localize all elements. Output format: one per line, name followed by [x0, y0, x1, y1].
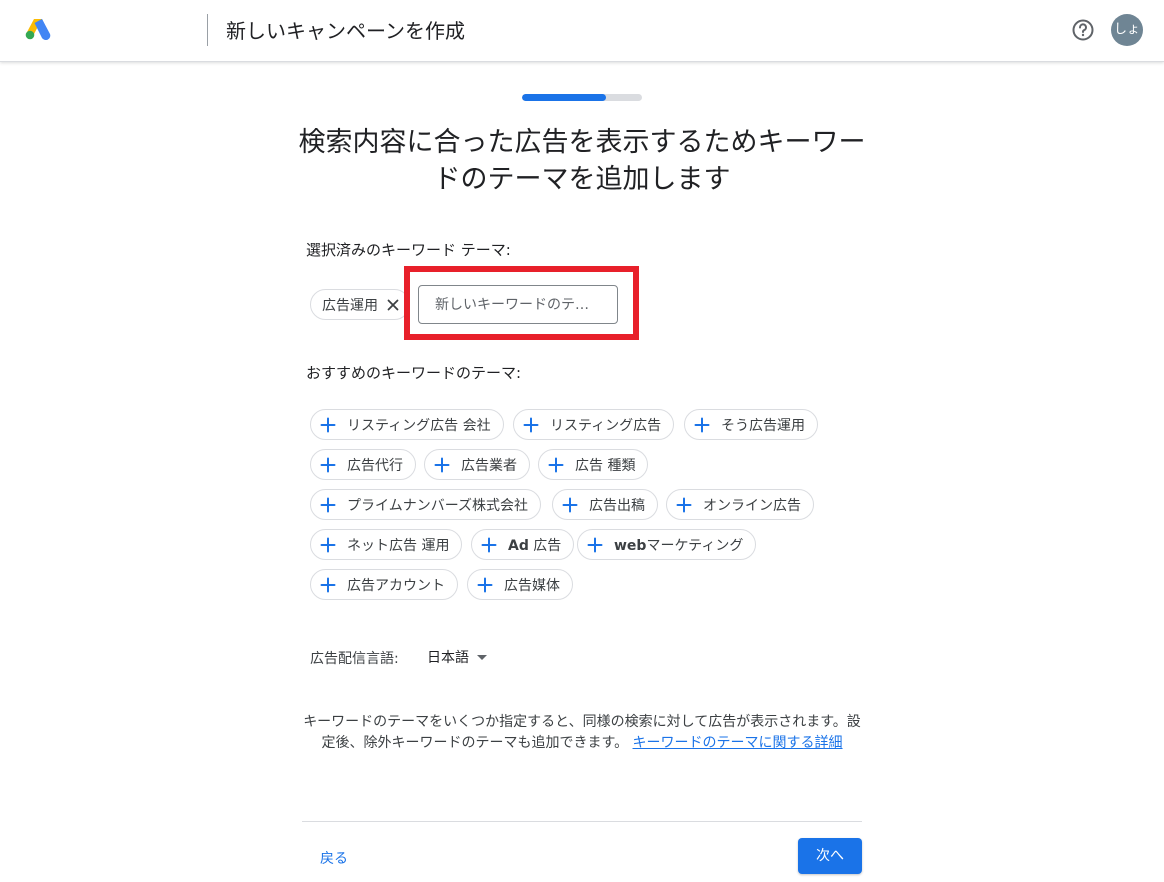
chip-text: そう広告運用: [721, 417, 805, 434]
language-label: 広告配信言語:: [310, 651, 399, 667]
recommended-chip-label: リスティング広告 会社: [347, 415, 503, 435]
chip-bold-text: Ad: [508, 537, 529, 554]
recommended-chip-label: Ad 広告: [508, 535, 573, 555]
plus-icon: [587, 537, 603, 552]
step-progress-bar: [522, 94, 642, 101]
recommended-chip[interactable]: ネット広告 運用: [310, 529, 463, 560]
back-button[interactable]: 戻る: [320, 848, 348, 868]
recommended-chip[interactable]: 広告代行: [310, 449, 416, 480]
recommended-chip-label: 広告業者: [461, 455, 529, 475]
recommended-chip-label: リスティング広告: [550, 415, 673, 435]
chip-text: 広告 種類: [575, 457, 636, 474]
recommended-chip-label: 広告代行: [347, 455, 415, 475]
plus-icon: [548, 457, 564, 472]
recommended-chip[interactable]: そう広告運用: [684, 409, 818, 440]
plus-icon: [320, 497, 336, 512]
page-title: 新しいキャンペーンを作成: [226, 19, 465, 43]
recommended-chip-label: 広告アカウント: [347, 575, 457, 595]
dropdown-caret-icon: [477, 654, 487, 660]
step-progress-fill: [522, 94, 606, 101]
recommended-chip-label: そう広告運用: [721, 415, 817, 435]
selected-themes-label: 選択済みのキーワード テーマ:: [306, 241, 511, 259]
help-icon[interactable]: [1072, 19, 1094, 41]
recommended-chip[interactable]: プライムナンバーズ株式会社: [310, 489, 542, 520]
recommended-chip-label: 広告出稿: [589, 495, 657, 515]
plus-icon: [320, 457, 336, 472]
step-heading: 検索内容に合った広告を表示するためキーワードのテーマを追加します: [298, 127, 866, 195]
chip-text: 広告媒体: [504, 577, 560, 594]
info-text: キーワードのテーマをいくつか指定すると、同様の検索に対して広告が表示されます。設…: [302, 712, 862, 754]
chip-text: リスティング広告 会社: [347, 417, 491, 434]
chip-text: プライムナンバーズ株式会社: [347, 497, 529, 514]
language-value: 日本語: [427, 650, 469, 666]
recommended-chip[interactable]: Ad 広告: [471, 529, 575, 560]
google-ads-logo[interactable]: [25, 18, 51, 40]
recommended-chip[interactable]: 広告業者: [424, 449, 530, 480]
recommended-chip[interactable]: リスティング広告: [513, 409, 675, 440]
plus-icon: [694, 417, 710, 432]
recommended-themes-label: おすすめのキーワードのテーマ:: [306, 364, 522, 382]
plus-icon: [481, 537, 497, 552]
chip-text: 広告代行: [347, 457, 403, 474]
next-button[interactable]: 次へ: [798, 838, 862, 874]
recommended-chip-label: オンライン広告: [703, 495, 813, 515]
plus-icon: [562, 497, 578, 512]
recommended-chip[interactable]: オンライン広告: [666, 489, 814, 520]
recommended-chip-label: 広告 種類: [575, 455, 647, 475]
recommended-chip-label: webマーケティング: [614, 535, 755, 555]
plus-icon: [320, 537, 336, 552]
recommended-chip[interactable]: 広告アカウント: [310, 569, 458, 600]
chip-text: リスティング広告: [550, 417, 662, 434]
recommended-chip[interactable]: 広告出稿: [552, 489, 658, 520]
chip-text: 広告アカウント: [347, 577, 445, 594]
plus-icon: [676, 497, 692, 512]
recommended-chip[interactable]: リスティング広告 会社: [310, 409, 504, 440]
footer-divider: [302, 821, 862, 822]
recommended-chip[interactable]: 広告 種類: [538, 449, 649, 480]
chip-text: マーケティング: [646, 537, 744, 554]
plus-icon: [434, 457, 450, 472]
chip-text: 広告: [528, 537, 562, 554]
language-dropdown[interactable]: 日本語: [427, 647, 487, 667]
chip-text: オンライン広告: [703, 497, 801, 514]
selected-chip-label: 広告運用: [322, 297, 378, 314]
new-keyword-input[interactable]: [418, 285, 618, 324]
recommended-chip-label: ネット広告 運用: [347, 535, 461, 555]
chip-text: 広告業者: [461, 457, 517, 474]
plus-icon: [320, 577, 336, 592]
plus-icon: [320, 417, 336, 432]
close-icon[interactable]: [387, 299, 399, 311]
plus-icon: [477, 577, 493, 592]
recommended-chip[interactable]: 広告媒体: [467, 569, 573, 600]
account-avatar[interactable]: しょ: [1111, 14, 1143, 46]
chip-text: ネット広告 運用: [347, 537, 450, 554]
chip-bold-text: web: [614, 537, 647, 554]
recommended-chip-label: 広告媒体: [504, 575, 572, 595]
selected-chip-koukoku-unyou: 広告運用: [310, 289, 410, 320]
recommended-chip[interactable]: webマーケティング: [577, 529, 757, 560]
chip-text: 広告出稿: [589, 497, 645, 514]
plus-icon: [523, 417, 539, 432]
top-bar: 新しいキャンペーンを作成 しょ: [0, 0, 1164, 62]
learn-more-link[interactable]: キーワードのテーマに関する詳細: [633, 735, 843, 751]
recommended-chip-label: プライムナンバーズ株式会社: [347, 495, 540, 515]
header-divider: [207, 14, 208, 46]
